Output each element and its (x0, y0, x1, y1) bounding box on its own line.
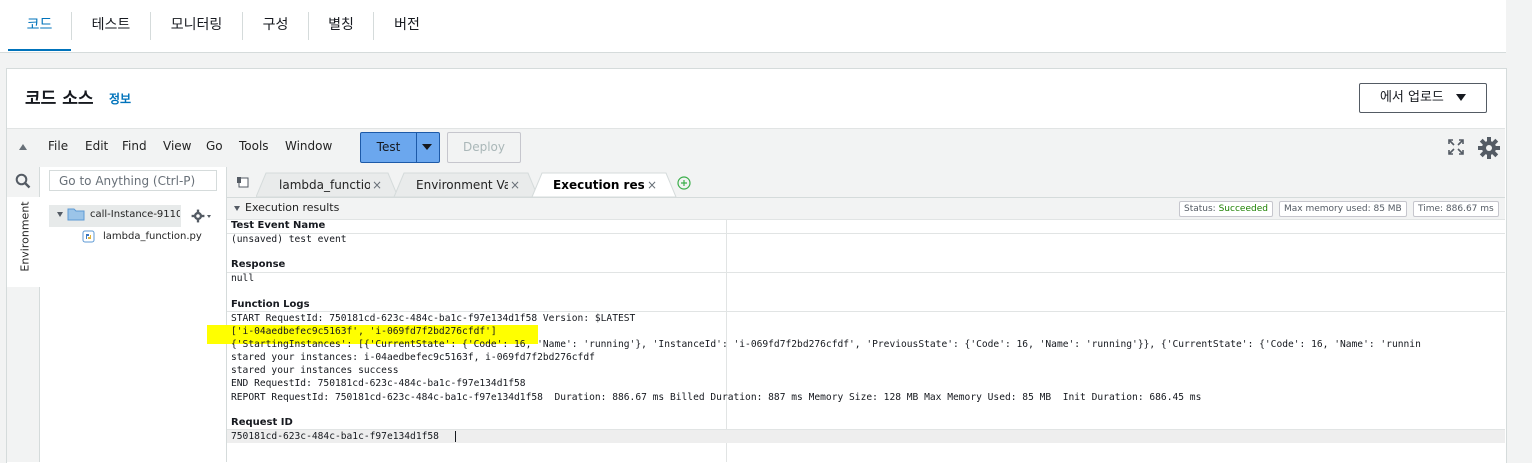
menu-file[interactable]: File (48, 139, 68, 153)
memory-badge: Max memory used: 85 MB (1279, 201, 1407, 217)
request-id-label: Request ID (231, 417, 293, 428)
info-link[interactable]: 정보 (109, 90, 131, 107)
file-name[interactable]: lambda_function.py (103, 231, 202, 242)
log-line: END RequestId: 750181cd-623c-484c-ba1c-f… (231, 378, 526, 389)
editor-tab-environment-variables[interactable]: Environment Vari (416, 173, 508, 197)
row-divider (227, 272, 1505, 273)
text-cursor (455, 431, 456, 442)
response-value: null (231, 273, 255, 284)
function-tab-bar: 코드 테스트 모니터링 구성 별칭 버전 (0, 0, 1506, 53)
log-line: START RequestId: 750181cd-623c-484c-ba1c… (231, 313, 636, 324)
row-divider (227, 311, 1505, 312)
tab-configuration[interactable]: 구성 (243, 0, 308, 51)
menu-go[interactable]: Go (206, 139, 223, 153)
menu-tools[interactable]: Tools (239, 139, 269, 153)
function-logs-label: Function Logs (231, 299, 310, 310)
test-split-button[interactable]: Test (360, 132, 440, 163)
test-button-label[interactable]: Test (361, 133, 416, 162)
request-id-value: 750181cd-623c-484c-ba1c-f97e134d1f58 (231, 431, 439, 442)
caret-down-icon[interactable] (57, 212, 63, 217)
status-badge: Status: Succeeded (1179, 201, 1273, 217)
caret-down-icon[interactable] (422, 144, 432, 150)
environment-tab-label[interactable]: Environment (19, 197, 32, 277)
folder-name[interactable]: call-Instance-91103 (90, 209, 180, 220)
results-title[interactable]: Execution results (245, 201, 339, 214)
folder-icon (67, 208, 85, 221)
ide-toolbar (7, 128, 1505, 168)
gear-icon[interactable] (191, 209, 205, 223)
add-tab-icon[interactable] (677, 176, 691, 190)
menu-view[interactable]: View (163, 139, 191, 153)
test-event-label: Test Event Name (231, 220, 326, 231)
caret-down-icon (1456, 94, 1467, 101)
row-divider (227, 233, 1505, 234)
menu-edit[interactable]: Edit (85, 139, 108, 153)
collapse-toggle-icon[interactable] (19, 144, 27, 150)
close-icon[interactable]: × (510, 173, 520, 197)
tab-aliases[interactable]: 별칭 (309, 0, 373, 51)
editor-tab-execution-results[interactable]: Execution results (553, 173, 644, 197)
tab-menu-icon[interactable] (237, 177, 251, 189)
response-label: Response (231, 259, 286, 270)
caret-down-icon[interactable] (234, 206, 240, 211)
menu-find[interactable]: Find (122, 139, 147, 153)
editor-tab-lambda-function[interactable]: lambda_function. (279, 173, 370, 197)
status-label: Status: (1184, 204, 1216, 214)
goto-anything-input[interactable]: Go to Anything (Ctrl-P) (49, 170, 217, 191)
log-line: REPORT RequestId: 750181cd-623c-484c-ba1… (231, 392, 1202, 403)
deploy-button[interactable]: Deploy (447, 132, 521, 163)
test-event-value: (unsaved) test event (231, 234, 347, 245)
split-divider (416, 133, 417, 162)
tab-test[interactable]: 테스트 (72, 0, 150, 51)
tab-monitoring[interactable]: 모니터링 (151, 0, 242, 51)
search-icon[interactable] (15, 173, 31, 189)
panel-title: 코드 소스 (25, 89, 94, 109)
menu-window[interactable]: Window (285, 139, 332, 153)
tab-versions[interactable]: 버전 (374, 0, 440, 51)
gear-icon[interactable] (1477, 136, 1501, 160)
log-line: stared your instances success (231, 365, 399, 376)
upload-from-button[interactable]: 에서 업로드 (1359, 83, 1487, 113)
log-line: {'StartingInstances': [{'CurrentState': … (231, 339, 1421, 350)
tab-code[interactable]: 코드 (8, 0, 71, 51)
time-badge: Time: 886.67 ms (1413, 201, 1499, 217)
fullscreen-icon[interactable] (1447, 138, 1465, 156)
close-icon[interactable]: × (647, 173, 657, 197)
log-line: ['i-04aedbefec9c5163f', 'i-069fd7f2bd276… (231, 326, 497, 337)
upload-label: 에서 업로드 (1379, 90, 1444, 105)
close-icon[interactable]: × (372, 173, 382, 197)
python-file-icon (82, 230, 95, 243)
log-line: stared your instances: i-04aedbefec9c516… (231, 352, 595, 363)
status-value: Succeeded (1218, 204, 1268, 214)
caret-down-icon[interactable] (207, 215, 211, 218)
